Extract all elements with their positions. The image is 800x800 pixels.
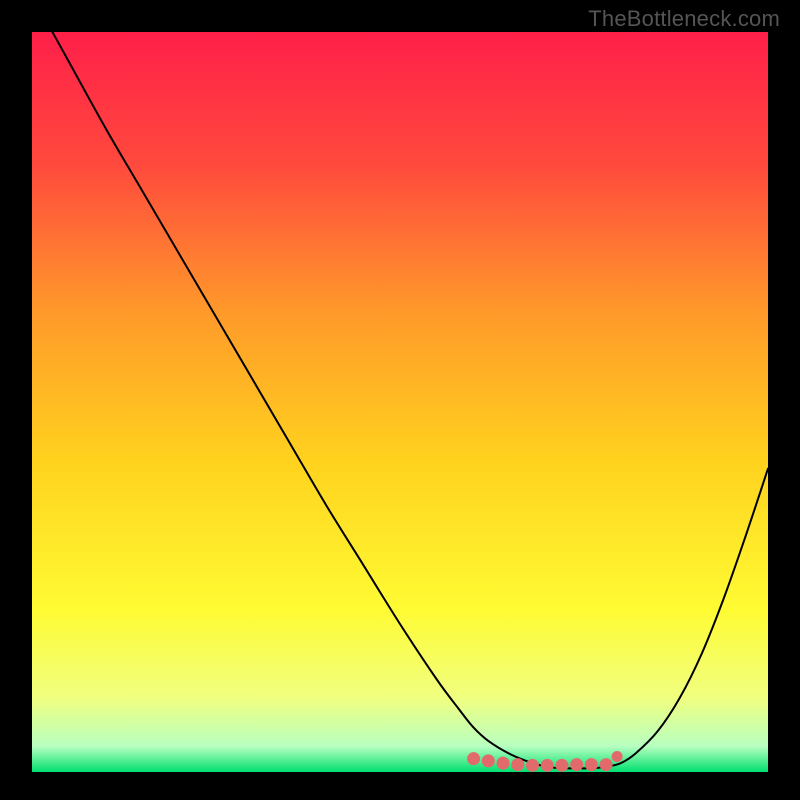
marker-dot (585, 758, 598, 771)
marker-dot (612, 751, 623, 762)
marker-dot (526, 759, 539, 772)
bottleneck-curve (32, 32, 768, 768)
curve-layer (32, 32, 768, 772)
marker-dot (482, 754, 495, 767)
branding-label: TheBottleneck.com (588, 6, 780, 32)
marker-dot (497, 757, 510, 770)
marker-dot (600, 758, 613, 771)
plot-area (32, 32, 768, 772)
marker-dot (570, 758, 583, 771)
marker-dot (541, 759, 554, 772)
chart-frame: TheBottleneck.com (0, 0, 800, 800)
marker-dot (511, 758, 524, 771)
marker-dot (555, 759, 568, 772)
marker-dot (467, 752, 480, 765)
